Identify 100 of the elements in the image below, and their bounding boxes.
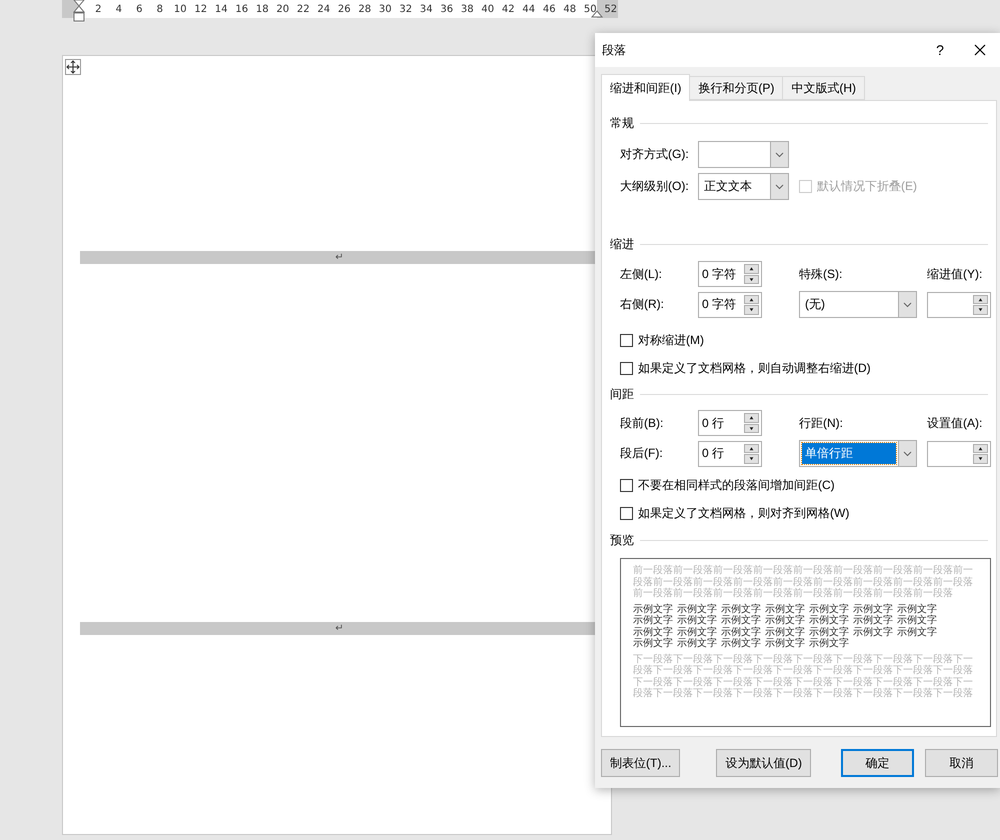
ruler-number: 16 xyxy=(234,4,250,14)
spin-field[interactable]: 0 行 xyxy=(698,440,762,466)
field-label: 行距(N): xyxy=(799,414,844,432)
preview-word: 示例文字 xyxy=(633,626,673,638)
chevron-down-icon xyxy=(775,152,784,158)
ruler-number: 6 xyxy=(135,4,144,14)
ruler-number: 38 xyxy=(460,4,475,14)
spin-down-icon[interactable] xyxy=(744,274,759,284)
ruler-number: 18 xyxy=(254,4,270,14)
ruler-number: 4 xyxy=(114,4,123,14)
ruler-number: 8 xyxy=(156,4,164,14)
field-label: 段后(F): xyxy=(620,445,664,462)
field-label: 大纲级别(O): xyxy=(620,178,690,195)
ruler-number: 30 xyxy=(378,4,393,14)
spin-down-icon[interactable] xyxy=(744,454,759,464)
dropdown[interactable]: (无) xyxy=(799,291,917,318)
dialog-button[interactable]: 设为默认值(D) xyxy=(716,749,811,777)
preview-word: 示例文字 xyxy=(677,638,717,650)
preview-word: 示例文字 xyxy=(853,604,893,614)
spin-field[interactable] xyxy=(927,440,991,466)
preview-word: 示例文字 xyxy=(897,604,937,614)
preview-word: 示例文字 xyxy=(853,626,893,638)
help-button[interactable]: ? xyxy=(920,33,960,67)
preview-word: 示例文字 xyxy=(765,626,805,638)
preview-word: 示例文字 xyxy=(677,604,717,614)
field-label: 缩进值(Y): xyxy=(927,266,984,282)
preview-text: 前一段落前一段落前一段落前一段落前一段落前一段落前一段落前一段落前一段落前一段落前一段落前一段落前一段落前一段落前一段落前一段落前一段落前一段落前一段落前一段落前一段落前一段落前一段落前一段落前一段落 xyxy=(633,565,974,600)
spin-field[interactable]: 0 行 xyxy=(698,410,762,436)
preview-word: 示例文字 xyxy=(897,626,937,638)
field-label: 段前(B): xyxy=(620,414,664,432)
ruler-number: 26 xyxy=(336,4,352,14)
tab[interactable]: 缩进和间距(I) xyxy=(601,74,690,101)
spin-down-icon[interactable] xyxy=(973,454,988,464)
section-heading: 间距 xyxy=(610,386,634,402)
preview-text: 下一段落下一段落下一段落下一段落下一段落下一段落下一段落下一段落下一段落下一段落下一段落下一段落下一段落下一段落下一段落下一段落下一段落下一段落下一段落下一段落下一段落下一段落下一段落下一段落下一段落下一段落下一段落下一段落下一段落下一段落下一段落下一段落下一段落下一段落 xyxy=(633,654,974,700)
preview-word: 示例文字 xyxy=(633,615,673,626)
spin-up-icon[interactable] xyxy=(973,294,988,304)
spin-up-icon[interactable] xyxy=(744,294,759,304)
dropdown[interactable]: 单倍行距 xyxy=(799,440,917,467)
preview-word: 示例文字 xyxy=(765,638,805,650)
dialog-button[interactable]: 取消 xyxy=(925,749,998,777)
dialog-button[interactable]: 制表位(T)... xyxy=(601,749,680,777)
ruler-number: 22 xyxy=(296,4,311,14)
dropdown[interactable]: 正文文本 xyxy=(698,173,789,200)
ruler-number: 52 xyxy=(603,4,618,14)
spin-up-icon[interactable] xyxy=(744,413,759,422)
ruler-number: 42 xyxy=(500,4,516,14)
ruler-number: 12 xyxy=(193,4,208,14)
ruler-number: 14 xyxy=(214,4,229,14)
section-heading: 常规 xyxy=(610,114,634,132)
preview-word: 示例文字 xyxy=(809,638,849,650)
preview-word: 示例文字 xyxy=(633,604,673,614)
ruler-number: 32 xyxy=(398,4,414,14)
spin-down-icon[interactable] xyxy=(973,305,988,314)
preview-word: 示例文字 xyxy=(897,615,937,626)
checkbox[interactable]: 对称缩进(M) xyxy=(620,332,988,349)
preview-word: 示例文字 xyxy=(809,626,849,638)
ruler-number: 44 xyxy=(521,4,536,14)
spin-down-icon[interactable] xyxy=(744,424,759,433)
field-label: 右侧(R): xyxy=(620,296,665,313)
preview-word: 示例文字 xyxy=(677,615,717,626)
spin-field[interactable]: 0 字符 xyxy=(698,292,762,318)
ruler-number: 2 xyxy=(94,4,102,14)
spin-up-icon[interactable] xyxy=(744,444,759,453)
dialog-button[interactable]: 确定 xyxy=(841,749,914,777)
checkbox[interactable]: 如果定义了文档网格，则自动调整右缩进(D) xyxy=(620,360,988,377)
window-title: 段落 xyxy=(602,42,627,58)
field-label: 特殊(S): xyxy=(799,266,844,282)
spin-field[interactable] xyxy=(927,292,991,318)
ruler-number: 24 xyxy=(316,4,332,14)
ruler-number: 48 xyxy=(562,4,578,14)
preview-word: 示例文字 xyxy=(765,615,805,626)
ruler-number: 50 xyxy=(582,4,598,14)
section-heading: 预览 xyxy=(610,532,634,548)
preview-word: 示例文字 xyxy=(853,615,893,626)
preview-word: 示例文字 xyxy=(633,638,673,650)
tab[interactable]: 中文版式(H) xyxy=(782,76,865,100)
checkbox[interactable]: 不要在相同样式的段落间增加间距(C) xyxy=(620,477,988,494)
preview-word: 示例文字 xyxy=(721,626,761,638)
preview-word: 示例文字 xyxy=(721,638,761,650)
ruler-number: 40 xyxy=(480,4,496,14)
preview-word: 示例文字 xyxy=(809,604,849,614)
spin-field[interactable]: 0 字符 xyxy=(698,261,762,287)
move-handle-icon[interactable] xyxy=(65,59,81,75)
ruler-number: 10 xyxy=(172,4,188,14)
preview-word: 示例文字 xyxy=(809,615,849,626)
field-label: 设置值(A): xyxy=(927,414,984,432)
spin-up-icon[interactable] xyxy=(973,444,988,453)
tab[interactable]: 换行和分页(P) xyxy=(689,76,784,100)
ruler-number: 20 xyxy=(275,4,290,14)
section-heading: 缩进 xyxy=(610,236,634,252)
ruler-number: 46 xyxy=(542,4,557,14)
preview-word: 示例文字 xyxy=(721,615,761,626)
spin-up-icon[interactable] xyxy=(744,264,759,274)
field-label: 左侧(L): xyxy=(620,266,663,282)
ruler-number: 36 xyxy=(439,4,454,14)
preview-word: 示例文字 xyxy=(765,604,805,614)
checkbox[interactable]: 如果定义了文档网格，则对齐到网格(W) xyxy=(620,505,988,522)
preview-word: 示例文字 xyxy=(677,626,717,638)
spin-down-icon[interactable] xyxy=(744,305,759,314)
